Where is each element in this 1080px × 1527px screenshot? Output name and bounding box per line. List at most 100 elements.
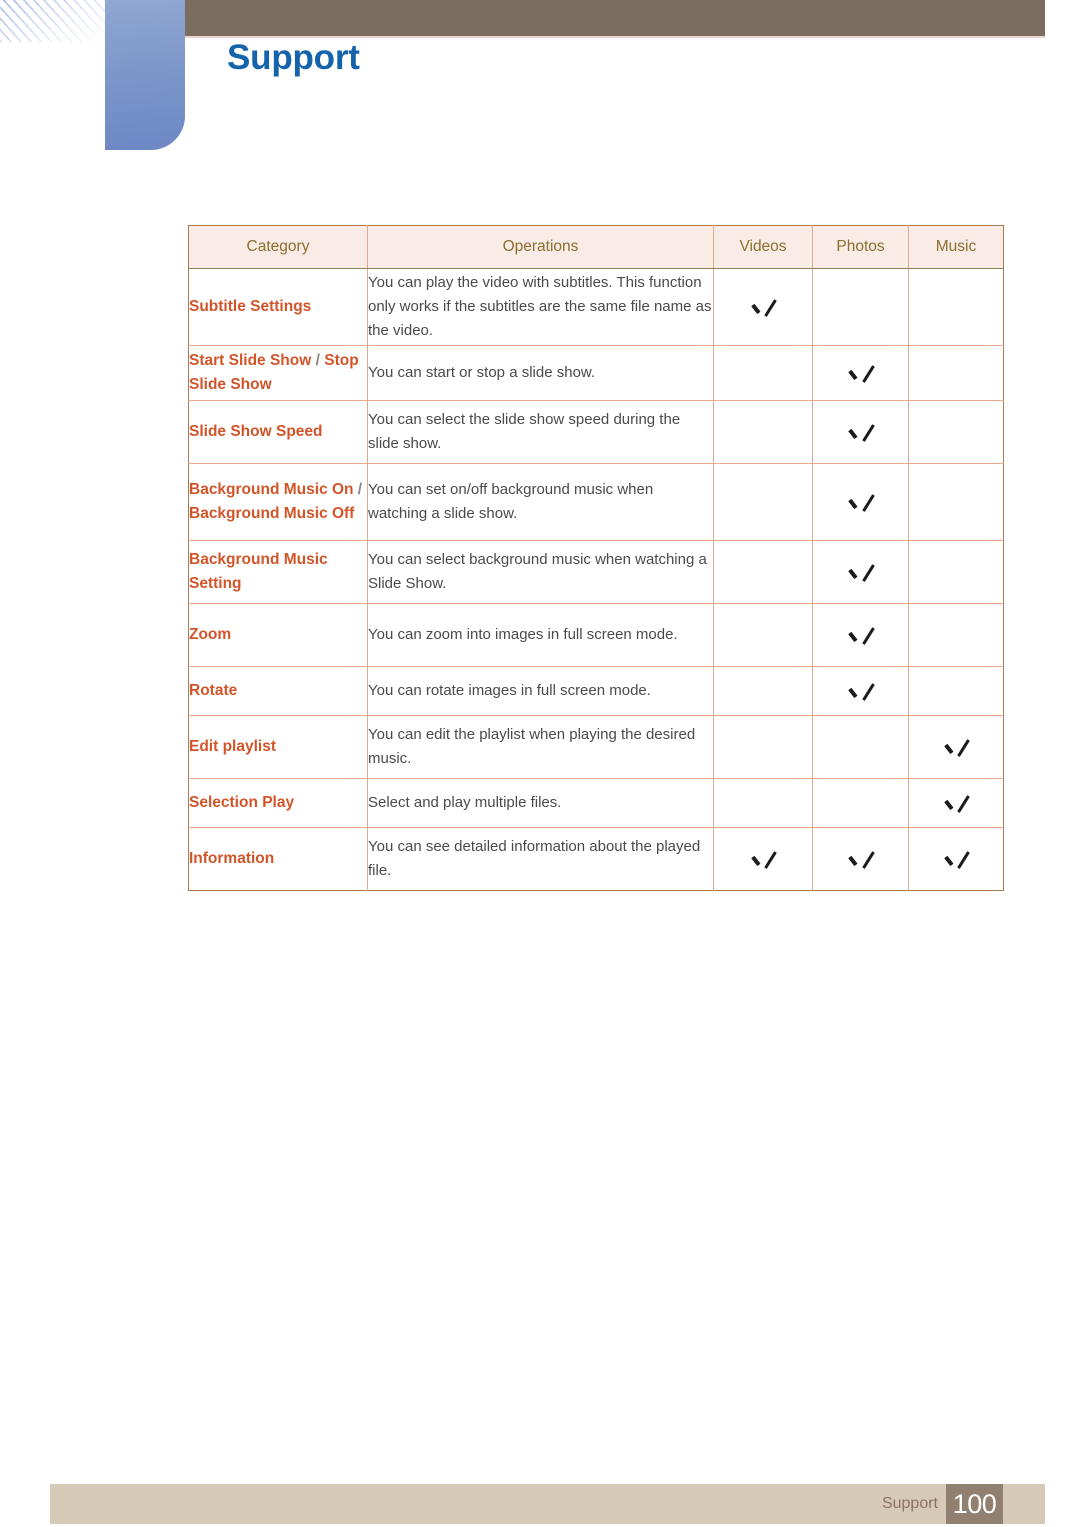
footer-page-number: 100	[946, 1484, 1003, 1524]
cell-operations: You can rotate images in full screen mod…	[367, 666, 714, 716]
page-title: Support	[227, 38, 360, 77]
column-header-category: Category	[188, 225, 368, 269]
page-header: Support	[0, 0, 1080, 160]
category-term: Start Slide Show	[189, 352, 312, 370]
table-row: Start Slide Show / Stop Slide Show You ca…	[188, 345, 1004, 401]
cell-music-support	[909, 828, 1004, 891]
cell-music-support	[908, 778, 1004, 828]
check-icon	[752, 296, 774, 318]
cell-operations: You can set on/off background music when…	[367, 463, 714, 541]
cell-operations: You can start or stop a slide show.	[367, 345, 714, 401]
check-icon	[850, 421, 872, 443]
cell-category: Selection Play	[188, 778, 368, 828]
cell-videos-support	[713, 603, 813, 667]
cell-music-support	[908, 603, 1004, 667]
cell-photos-support	[812, 603, 909, 667]
category-term: Edit playlist	[189, 738, 276, 756]
column-header-photos: Photos	[812, 225, 909, 269]
cell-photos-support	[812, 778, 909, 828]
category-separator: /	[311, 352, 325, 370]
cell-category: Background Music On / Background Music O…	[188, 463, 368, 541]
category-separator: /	[353, 481, 363, 499]
column-header-videos: Videos	[713, 225, 813, 269]
check-icon	[850, 624, 872, 646]
category-term: Rotate	[189, 682, 238, 700]
table-body: Subtitle Settings You can play the video …	[188, 268, 1004, 891]
cell-category: Slide Show Speed	[188, 400, 368, 464]
cell-videos-support	[713, 715, 813, 779]
cell-music-support	[908, 400, 1004, 464]
cell-operations: You can zoom into images in full screen …	[367, 603, 714, 667]
cell-category: Subtitle Settings	[188, 268, 368, 346]
cell-operations: You can play the video with subtitles. T…	[367, 268, 714, 346]
cell-category: Information	[188, 827, 368, 891]
cell-category: Rotate	[188, 666, 368, 716]
cell-photos-support	[812, 666, 909, 716]
table-row: Information You can see detailed informat…	[188, 827, 1004, 891]
column-header-music: Music	[908, 225, 1004, 269]
cell-music-support	[908, 268, 1004, 346]
category-term: Background Music Off	[189, 505, 355, 522]
page-footer: Support 100	[50, 1484, 1045, 1524]
cell-operations: You can edit the playlist when playing t…	[367, 715, 714, 779]
cell-category: Edit playlist	[188, 715, 368, 779]
cell-music-support	[908, 715, 1004, 779]
diagonal-hatch-decoration	[0, 0, 108, 42]
category-term: Background Music On	[189, 481, 354, 499]
cell-operations: You can select background music when wat…	[367, 540, 714, 604]
table-header-row: Category Operations Videos Photos Music	[188, 225, 1004, 269]
check-icon	[850, 561, 872, 583]
cell-videos-support	[713, 666, 813, 716]
check-icon	[752, 848, 774, 870]
cell-operations: Select and play multiple files.	[367, 778, 714, 828]
category-term: Subtitle Settings	[189, 298, 312, 316]
check-icon	[850, 491, 872, 513]
category-term: Selection Play	[189, 794, 295, 812]
category-term: Background Music Setting	[189, 551, 328, 592]
cell-music-support	[908, 540, 1004, 604]
cell-category: Background Music Setting	[188, 540, 368, 604]
cell-photos-support	[812, 400, 909, 464]
table-row: Edit playlist You can edit the playlist w…	[188, 715, 1004, 779]
table-row: Background Music Setting You can select b…	[188, 540, 1004, 604]
header-brown-bar	[185, 0, 1045, 36]
category-term: Information	[189, 850, 275, 868]
cell-videos-support	[713, 778, 813, 828]
footer-section-label: Support	[881, 1495, 938, 1512]
cell-operations: You can select the slide show speed duri…	[367, 400, 714, 464]
table-row: Background Music On / Background Music O…	[188, 463, 1004, 541]
cell-photos-support	[812, 268, 909, 346]
cell-music-support	[908, 345, 1004, 401]
cell-photos-support	[812, 827, 909, 891]
check-icon	[945, 736, 967, 758]
cell-photos-support	[812, 540, 909, 604]
cell-videos-support	[713, 827, 813, 891]
check-icon	[850, 848, 872, 870]
check-icon	[945, 792, 967, 814]
column-header-operations: Operations	[367, 225, 714, 269]
check-icon	[850, 680, 872, 702]
cell-videos-support	[713, 345, 813, 401]
cell-photos-support	[812, 715, 909, 779]
media-feature-support-table: Category Operations Videos Photos Music …	[188, 225, 1004, 891]
cell-category: Start Slide Show / Stop Slide Show	[188, 345, 368, 401]
cell-videos-support	[713, 463, 813, 541]
table-row: Slide Show Speed You can select the slide…	[188, 400, 1004, 464]
header-blue-tab	[105, 0, 185, 150]
table-row: Zoom You can zoom into images in full scr…	[188, 603, 1004, 667]
table-row: Rotate You can rotate images in full scre…	[188, 666, 1004, 716]
category-term: Zoom	[189, 626, 232, 644]
check-icon	[945, 848, 967, 870]
table-row: Selection Play Select and play multiple f…	[188, 778, 1004, 828]
cell-music-support	[908, 666, 1004, 716]
cell-operations: You can see detailed information about t…	[367, 827, 714, 891]
cell-videos-support	[713, 400, 813, 464]
check-icon	[850, 362, 872, 384]
cell-videos-support	[713, 268, 813, 346]
cell-category: Zoom	[188, 603, 368, 667]
cell-music-support	[908, 463, 1004, 541]
cell-photos-support	[812, 463, 909, 541]
table-row: Subtitle Settings You can play the video …	[188, 268, 1004, 346]
cell-photos-support	[812, 345, 909, 401]
cell-videos-support	[713, 540, 813, 604]
